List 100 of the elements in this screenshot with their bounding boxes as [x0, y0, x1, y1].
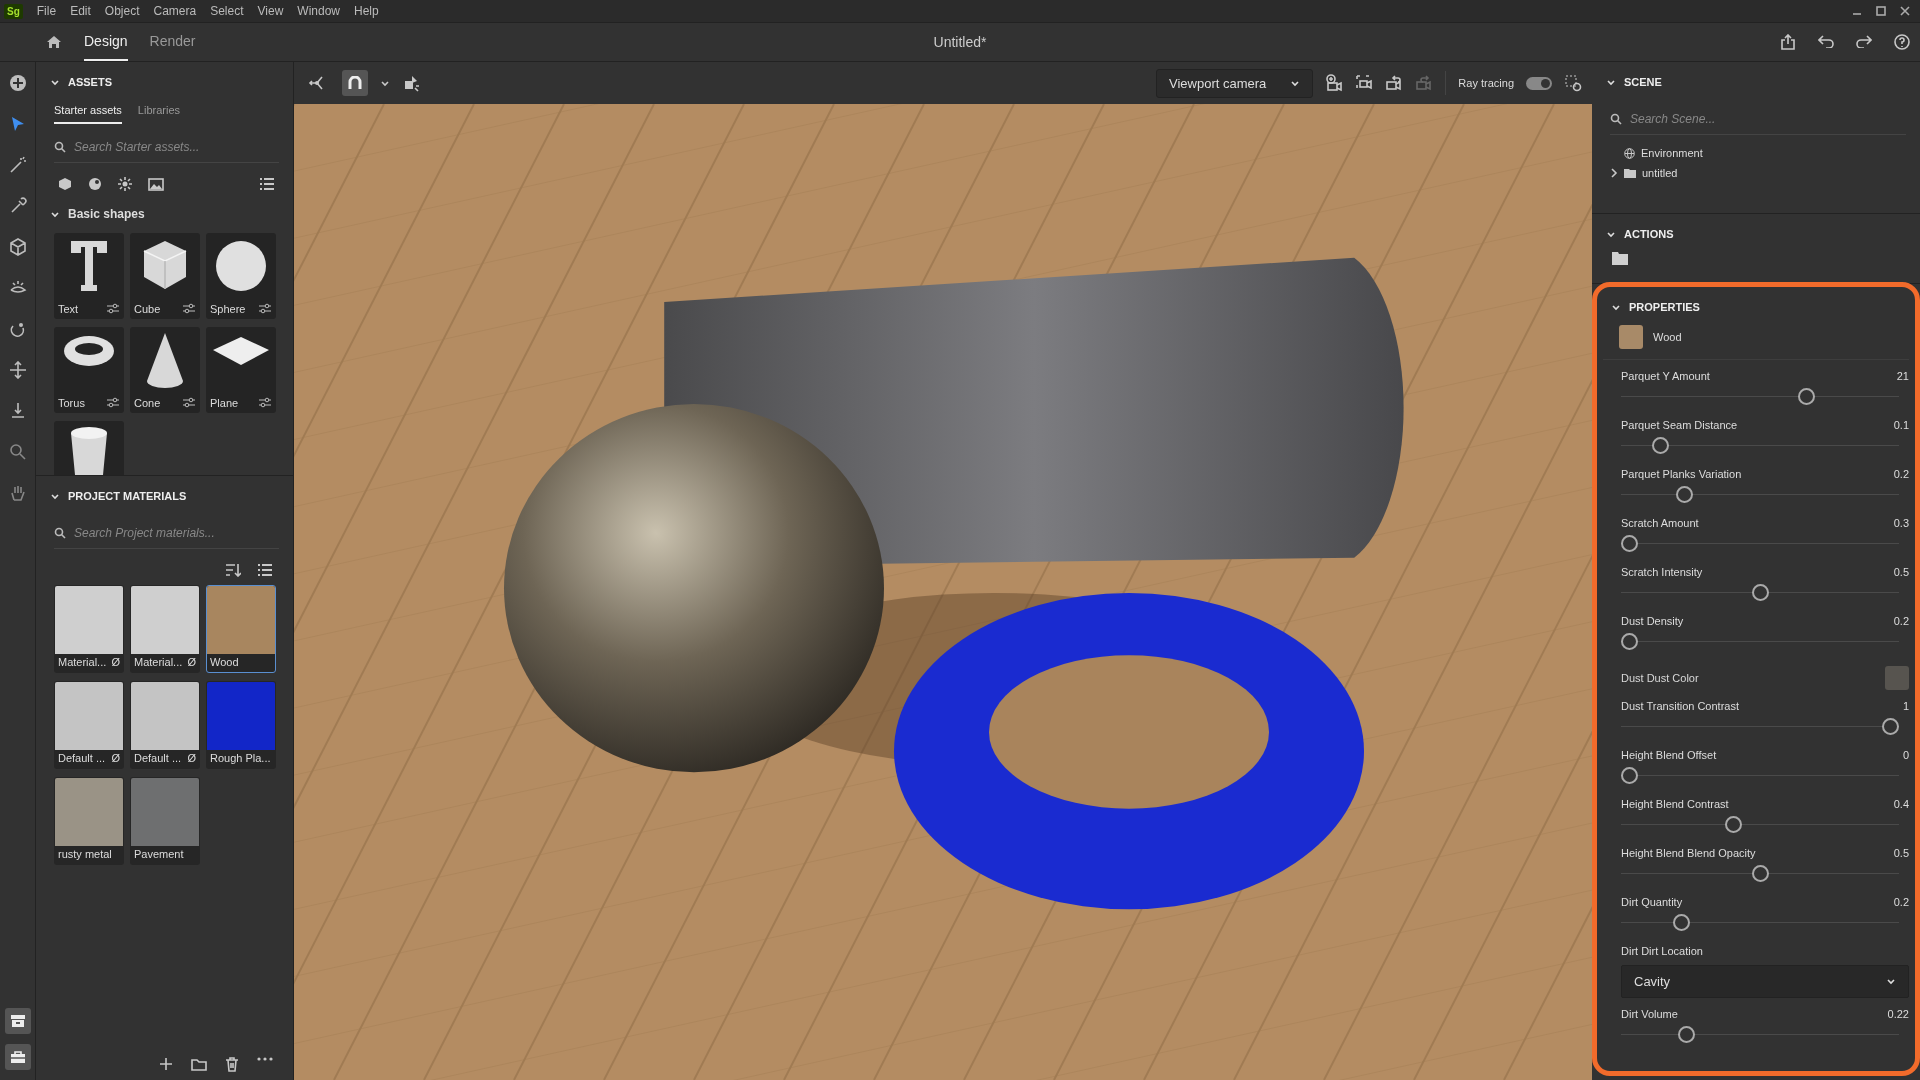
cube-filter-icon[interactable]: [58, 177, 72, 191]
chevron-down-icon[interactable]: [1606, 229, 1616, 239]
color-swatch[interactable]: [1885, 666, 1909, 690]
menu-item[interactable]: Object: [98, 2, 146, 20]
assets-tab[interactable]: Starter assets: [54, 100, 122, 124]
material-tile[interactable]: Material... Ø: [54, 585, 124, 673]
shape-tile[interactable]: Sphere: [206, 233, 276, 319]
slider-thumb[interactable]: [1751, 584, 1769, 601]
camera-dropdown[interactable]: Viewport camera: [1156, 68, 1314, 98]
slider-thumb[interactable]: [1652, 437, 1670, 454]
menu-item[interactable]: View: [251, 2, 290, 20]
ray-tracing-toggle[interactable]: [1526, 76, 1552, 90]
material-tile[interactable]: Wood: [206, 585, 276, 673]
material-ball-icon[interactable]: [88, 177, 102, 191]
menu-item[interactable]: Window: [291, 2, 347, 20]
folder-icon[interactable]: [191, 1057, 207, 1071]
orbit-icon[interactable]: [8, 320, 27, 338]
settings-sliders-icon[interactable]: [106, 397, 120, 408]
folder-icon[interactable]: [1612, 252, 1628, 265]
material-tile[interactable]: Material... Ø: [130, 585, 200, 673]
settings-sliders-icon[interactable]: [182, 303, 196, 314]
menu-item[interactable]: File: [30, 2, 63, 20]
tree-item-label[interactable]: Environment: [1641, 147, 1703, 159]
ground-snap-icon[interactable]: [402, 74, 420, 92]
slider-thumb[interactable]: [1621, 767, 1638, 784]
slider-thumb[interactable]: [1725, 816, 1743, 833]
share-icon[interactable]: [1780, 34, 1796, 50]
magic-wand-icon[interactable]: [8, 156, 27, 174]
search-field[interactable]: Search Project materials...: [74, 526, 254, 540]
settings-sliders-icon[interactable]: [258, 303, 272, 314]
image-filter-icon[interactable]: [148, 177, 164, 191]
cube-icon[interactable]: [8, 238, 27, 256]
maximize-icon[interactable]: [1876, 6, 1886, 16]
chevron-down-icon[interactable]: [1611, 302, 1621, 312]
slider-thumb[interactable]: [1621, 535, 1638, 552]
add-icon[interactable]: [8, 74, 27, 92]
sort-icon[interactable]: [225, 563, 241, 577]
shape-tile[interactable]: [54, 421, 124, 475]
location-dropdown[interactable]: Cavity: [1621, 965, 1909, 998]
home-icon[interactable]: [46, 35, 62, 49]
search-field[interactable]: Search Scene...: [1630, 112, 1810, 126]
close-icon[interactable]: [1900, 6, 1910, 16]
section-title: Basic shapes: [68, 207, 145, 221]
slider-thumb[interactable]: [1675, 486, 1693, 503]
chevron-down-icon[interactable]: [1606, 77, 1616, 87]
list-view-icon[interactable]: [259, 177, 275, 191]
toolbox-button[interactable]: [4, 1044, 31, 1070]
slider-thumb[interactable]: [1621, 633, 1638, 650]
slider-thumb[interactable]: [1882, 718, 1899, 735]
shape-tile[interactable]: Cube: [130, 233, 200, 319]
trash-icon[interactable]: [225, 1057, 239, 1072]
zoom-icon[interactable]: [8, 443, 27, 461]
property-label: Scratch Intensity: [1621, 566, 1703, 578]
slider-thumb[interactable]: [1673, 914, 1691, 931]
transform-gizmo-icon[interactable]: [308, 74, 326, 92]
add-camera-icon[interactable]: [1325, 74, 1344, 92]
chevron-right-icon[interactable]: [1610, 168, 1618, 178]
settings-sliders-icon[interactable]: [106, 303, 120, 314]
material-tile[interactable]: Default ... Ø: [54, 681, 124, 769]
property-label: Height Blend Blend Opacity: [1621, 847, 1756, 859]
shape-tile[interactable]: Cone: [130, 327, 200, 413]
material-tile[interactable]: Rough Pla...: [206, 681, 276, 769]
material-label: Material...: [134, 656, 183, 668]
camera-undo-icon[interactable]: [1385, 74, 1404, 92]
slider-thumb[interactable]: [1678, 1026, 1696, 1043]
chevron-down-icon[interactable]: [50, 209, 60, 219]
add-icon[interactable]: [159, 1057, 173, 1071]
assets-tab[interactable]: Libraries: [137, 100, 181, 124]
menu-item[interactable]: Help: [348, 2, 385, 20]
search-field[interactable]: Search Starter assets...: [74, 140, 254, 154]
render-settings-icon[interactable]: [1564, 74, 1582, 92]
hand-icon[interactable]: [8, 484, 27, 502]
help-icon[interactable]: [1894, 34, 1910, 50]
menu-item[interactable]: Camera: [147, 2, 203, 20]
undo-icon[interactable]: [1818, 34, 1834, 48]
snap-button[interactable]: [342, 70, 368, 96]
chevron-down-icon[interactable]: [50, 77, 60, 87]
shape-tile[interactable]: Plane: [206, 327, 276, 413]
menu-item[interactable]: Select: [204, 2, 250, 20]
redo-icon[interactable]: [1856, 34, 1872, 48]
tree-item-label[interactable]: untitled: [1642, 167, 1678, 179]
slider-thumb[interactable]: [1751, 865, 1769, 882]
shape-tile[interactable]: Torus: [54, 327, 124, 413]
move-icon[interactable]: [8, 361, 27, 379]
material-tile[interactable]: Default ... Ø: [130, 681, 200, 769]
light-filter-icon[interactable]: [118, 177, 132, 191]
frame-camera-icon[interactable]: [1355, 74, 1374, 92]
mode-tab[interactable]: Render: [149, 23, 196, 61]
slider-thumb[interactable]: [1798, 388, 1816, 405]
settings-sliders-icon[interactable]: [182, 397, 196, 408]
archive-button[interactable]: [4, 1008, 31, 1034]
caret-icon[interactable]: [380, 78, 390, 88]
settings-sliders-icon[interactable]: [258, 397, 272, 408]
material-tile[interactable]: rusty metal: [54, 777, 124, 865]
list-view-icon[interactable]: [257, 563, 273, 577]
material-tile[interactable]: Pavement: [130, 777, 200, 865]
more-icon[interactable]: [257, 1057, 273, 1061]
shape-tile[interactable]: Text: [54, 233, 124, 319]
menu-item[interactable]: Edit: [64, 2, 97, 20]
chevron-down-icon[interactable]: [50, 491, 60, 501]
